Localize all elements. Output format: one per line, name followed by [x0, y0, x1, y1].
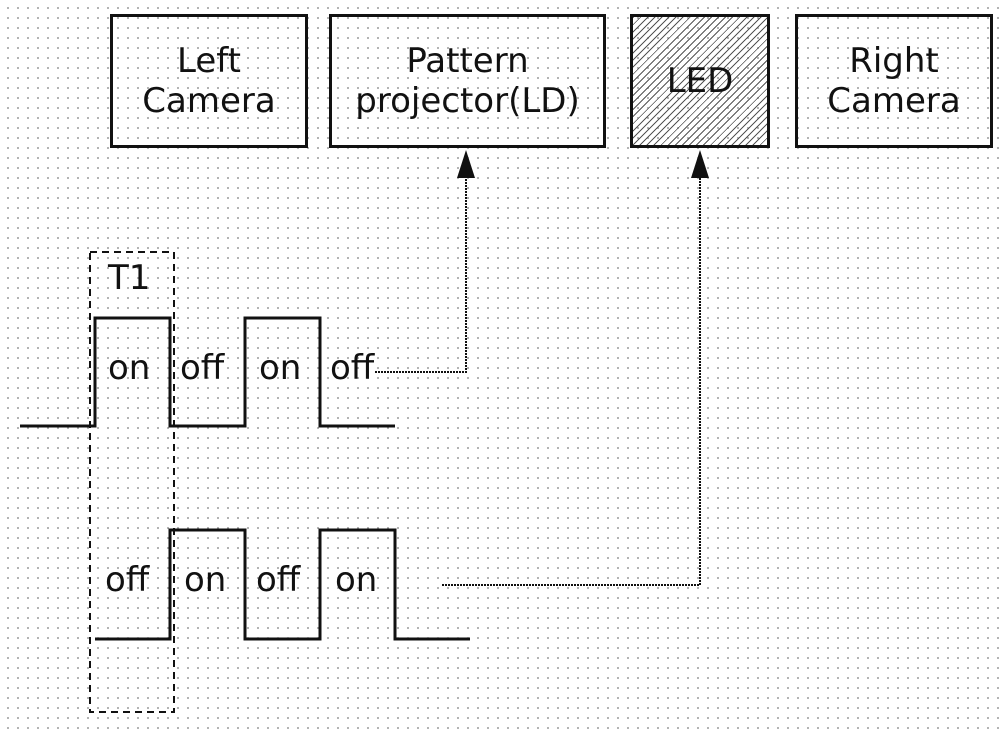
projector-state-label: off: [180, 348, 225, 388]
projector-connector: [375, 175, 467, 373]
projector-state-label: on: [108, 348, 151, 388]
period-label: T1: [108, 258, 151, 298]
led-state-label: off: [105, 560, 150, 600]
led-state-label: on: [335, 560, 378, 600]
led-connector: [442, 175, 701, 586]
arrow-up-icon: [457, 150, 475, 178]
projector-state-label: on: [259, 348, 302, 388]
period-t1-box: [89, 251, 175, 713]
led-state-label: on: [184, 560, 227, 600]
projector-state-label: off: [330, 348, 375, 388]
led-state-label: off: [256, 560, 301, 600]
arrow-up-icon: [691, 150, 709, 178]
